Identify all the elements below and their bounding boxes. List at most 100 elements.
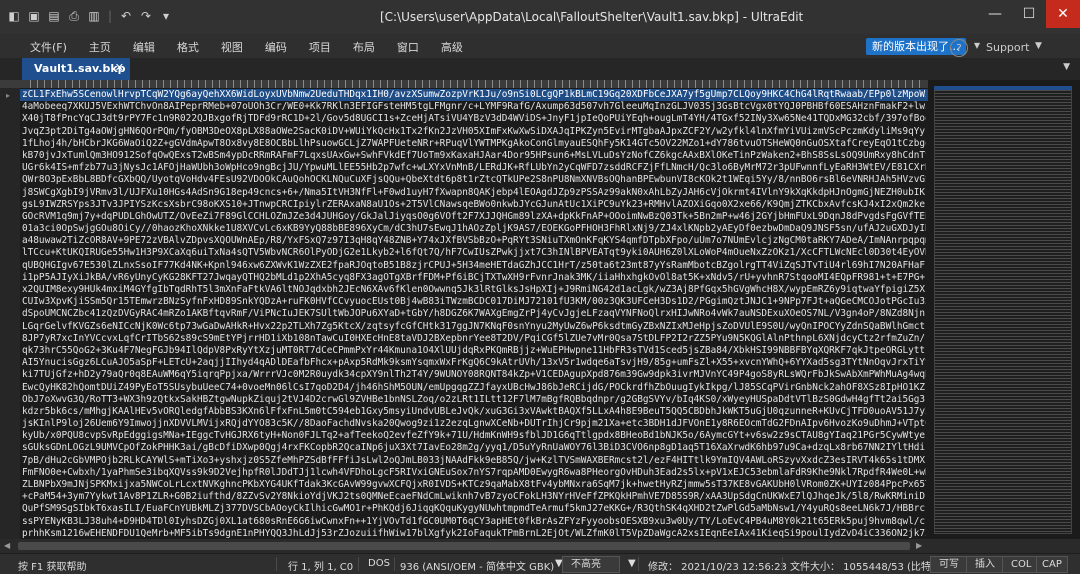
window-controls: — ☐ ✕: [978, 0, 1080, 28]
redo-icon[interactable]: ↷: [138, 8, 154, 24]
dropdown-icon[interactable]: ▾: [158, 8, 174, 24]
line-gutter[interactable]: ▸: [0, 88, 20, 539]
editor-line[interactable]: kyUb/x0PQU8cvpSvRpEdggigsMNa+IEggcTvHGJR…: [22, 430, 926, 442]
tab-bar: Vault1.sav.bkp ✕ ▼: [0, 58, 1080, 80]
status-cap[interactable]: CAP: [1036, 556, 1068, 573]
editor-line[interactable]: JvqZ3pt2DiTg4aOWjgHN6QOrPQm/fyOBM3DeOX8p…: [22, 126, 926, 138]
status-position[interactable]: 行 1, 列 1, C0: [288, 558, 353, 573]
status-encoding[interactable]: 936 (ANSI/OEM - 简体中文 GBK): [400, 558, 554, 573]
close-button[interactable]: ✕: [1046, 0, 1080, 28]
editor-line[interactable]: gsL9IWZRSYps3JTv3JPIYSzKcsXsbrC98oKXS10+…: [22, 199, 926, 211]
menu-project[interactable]: 项目: [309, 39, 331, 55]
editor-line[interactable]: 01a3ci0OpSwjgGOu8OiCy//0haozKhoXNkke1U8X…: [22, 223, 926, 235]
editor-line[interactable]: LGqrGelvfKVGZs6eNICcNjK0Wc6tp73wGaDwAHkR…: [22, 321, 926, 333]
minimap-cursor: [934, 86, 1072, 90]
more-icon[interactable]: ▾: [974, 38, 980, 52]
ruler: [0, 80, 928, 88]
menu-advanced[interactable]: 高级: [441, 39, 463, 55]
tab-label: Vault1.sav.bkp: [34, 62, 126, 75]
editor-line[interactable]: kB70jvJxTumlQm3HO912SofqOwQExsT2wBSm4ypD…: [22, 150, 926, 162]
editor-line[interactable]: ssPYENyKB3LJ38uh4+D9HD4TDl0IyhsDZGj0XL1a…: [22, 516, 926, 528]
scroll-right-icon[interactable]: ▶: [916, 541, 922, 550]
menu-home[interactable]: 主页: [89, 39, 111, 55]
status-divider: [782, 557, 783, 571]
print-preview-icon[interactable]: ▥: [86, 8, 102, 24]
editor-line[interactable]: 1fLhoj4h/bHCbrJKG6WaOiQ2Z+gGVdmApwT8Ox8v…: [22, 138, 926, 150]
status-divider: [276, 557, 277, 571]
undo-icon[interactable]: ↶: [118, 8, 134, 24]
quick-access-toolbar: ◧ ▣ ▤ ⎙ ▥ | ↶ ↷ ▾: [6, 8, 174, 24]
status-insert[interactable]: 插入: [966, 556, 1004, 573]
status-col[interactable]: COL: [1002, 556, 1041, 573]
status-readonly[interactable]: 可写: [930, 556, 968, 573]
editor-line[interactable]: qk73hrC55QoG2+3Ku4F7NegFGJb94IlQdpV8PxRy…: [22, 345, 926, 357]
minimize-button[interactable]: —: [978, 0, 1012, 28]
close-tab-icon[interactable]: ✕: [115, 61, 124, 74]
editor-line[interactable]: UGr6k4IS+mfzb77u3jNysJc1AFOjHaWUbh3oWpHc…: [22, 162, 926, 174]
editor-line[interactable]: j8SWCgXgbI9jVRmv3l/UJFXu10HGs4AdSn9G18ep…: [22, 187, 926, 199]
editor-line[interactable]: +cPaM54+3ym7Yykwt1Av8P1ZLR+G0B2iufthd/8Z…: [22, 491, 926, 503]
menu-view[interactable]: 视图: [221, 39, 243, 55]
editor-line[interactable]: EwcQyHK82hQomtDUiZ49PyEoT5SUsybuUeeC74+0…: [22, 382, 926, 394]
scroll-thumb[interactable]: [18, 542, 910, 550]
editor-line[interactable]: QWr8O3pExBbL8BDfcGXbQQ/UyotqVoHdv4FEsU92…: [22, 174, 926, 186]
window-title: [C:\Users\user\AppData\Local\FalloutShel…: [380, 10, 804, 24]
save-all-icon[interactable]: ▤: [46, 8, 62, 24]
menu-file[interactable]: 文件(F): [30, 39, 67, 55]
editor-line[interactable]: ki7TUjGfz+hD2y79aQr0q8EAuWM6qY5iqrqPpjxa…: [22, 369, 926, 381]
chevron-down-icon[interactable]: ▼: [1035, 41, 1042, 51]
editor-line[interactable]: i1pP5AJIyXiJkBA/vR6yUnyCyKG28KFT27JwqayQ…: [22, 272, 926, 284]
editor-line[interactable]: X40jT8fPncYqCJ3dt9rPY7Fc1n9R022QJBxgofRj…: [22, 113, 926, 125]
tab-list-dropdown-icon[interactable]: ▼: [1063, 62, 1070, 72]
editor-line[interactable]: x2QUIM8exy9HUk4mxiM4GYfgIbTqdRhT5l3mXnFa…: [22, 284, 926, 296]
editor-area[interactable]: ▸ zCL1FxEhw5SCenowlHrvpTCqW2YQg6ayQehXX6…: [0, 88, 928, 539]
horizontal-scrollbar[interactable]: ◀ ▶: [0, 539, 1080, 553]
support-menu[interactable]: Support: [986, 41, 1029, 54]
fold-marker-icon[interactable]: ▸: [6, 91, 10, 100]
menu-coding[interactable]: 编码: [265, 39, 287, 55]
scroll-left-icon[interactable]: ◀: [4, 541, 10, 550]
editor-line[interactable]: sGUksGDnLOGzL9UMVCpOfZokPHHK3ai/gBcDfiDX…: [22, 442, 926, 454]
editor-line[interactable]: kdzr5bk6cs/mMhgjKAAlHEv5vORQledgfAbbBS3K…: [22, 406, 926, 418]
editor-line[interactable]: 7pB/dHu2cGbVMPOjb2RLkCAYWlS+mTiXo3+yshxj…: [22, 455, 926, 467]
app-icon[interactable]: ◧: [6, 8, 22, 24]
status-divider: [358, 557, 359, 571]
highlight-select[interactable]: 不高亮: [562, 556, 620, 573]
help-icon[interactable]: ?: [950, 39, 968, 57]
minimap[interactable]: [928, 80, 1080, 539]
minimap-view[interactable]: [934, 86, 1072, 534]
editor-line[interactable]: FmFNO0e+Cwbxh/1yaPhmSe3ibqXQVss9k9D2Vejh…: [22, 467, 926, 479]
status-filesize: 文件大小： 1055448/53 (比特/行): [790, 562, 949, 573]
ribbon-menu: 文件(F) 主页 编辑 格式 视图 编码 项目 布局 窗口 高级: [30, 39, 463, 55]
editor-line[interactable]: AI5YnucisGgz6LCuAJO5aSpF+LETcU+2aqjjIIhy…: [22, 357, 926, 369]
editor-line[interactable]: QuPfSM9SgSIbkT6xasILI/EuaFCnYUBkMLZj377D…: [22, 503, 926, 515]
menu-window[interactable]: 窗口: [397, 39, 419, 55]
maximize-button[interactable]: ☐: [1012, 0, 1046, 28]
editor-line[interactable]: ObJ7oXwvG3Q/RoTT3+WX3h9zQtkxSakHBZtgwNup…: [22, 394, 926, 406]
editor-line[interactable]: zCL1FxEhw5SCenowlHrvpTCqW2YQg6ayQehXX6Wi…: [22, 89, 926, 101]
menu-layout[interactable]: 布局: [353, 39, 375, 55]
editor-line[interactable]: 4aMobeeq7XKUJ5VExhWTChvOn8AIPeprRMeb+07o…: [22, 101, 926, 113]
editor-line[interactable]: 8JP7yR7xcInYVCcvxLqfCrITbS62s89cS9mEtYPj…: [22, 333, 926, 345]
status-bar: 按 F1 获取帮助 行 1, 列 1, C0 DOS 936 (ANSI/OEM…: [0, 553, 1080, 574]
editor-line[interactable]: dSpoUMCNCZbc41zQzDVGyRAC4mRZo1AKBftqvRmF…: [22, 308, 926, 320]
editor-line[interactable]: qUBQHGIgv67E530lZLnxSsoIF77Kd4NK+Kpnl946…: [22, 260, 926, 272]
menu-format[interactable]: 格式: [177, 39, 199, 55]
editor-line[interactable]: prhhKsm1216wEHENDFDU1QeMrb+MF5ibTs9dgnE1…: [22, 528, 926, 539]
editor-line[interactable]: lTCcu+KtUKQIRUGe55Hw1H3P9XCaXq6uiTxNa4sQ…: [22, 247, 926, 259]
editor-line[interactable]: CUIw3XpvKjiSSm5Qr15TEmwrzBNzSyfnFxHD89Sn…: [22, 296, 926, 308]
status-line-ending[interactable]: DOS: [368, 558, 390, 569]
print-icon[interactable]: ⎙: [66, 8, 82, 24]
highlight-dropdown-icon[interactable]: ▼: [628, 558, 636, 569]
editor-text[interactable]: zCL1FxEhw5SCenowlHrvpTCqW2YQg6ayQehXX6Wi…: [22, 89, 926, 539]
menu-edit[interactable]: 编辑: [133, 39, 155, 55]
save-icon[interactable]: ▣: [26, 8, 42, 24]
editor-line[interactable]: ZLBNPbX9mJNjSPKMxijxa5NWCoLrLcxtNVKghncP…: [22, 479, 926, 491]
status-modified: 修改： 2021/10/23 12:56:23: [648, 562, 787, 573]
highlight-label: 不高亮: [571, 559, 601, 570]
tab-vault1-sav-bkp[interactable]: Vault1.sav.bkp ✕: [22, 58, 130, 80]
editor-line[interactable]: GOcRVM1q9mj7y+dqPUDLGhOwUTZ/OvEeZi7F89Gl…: [22, 211, 926, 223]
editor-line[interactable]: jsKInlP9loj26Uem6Y9ImwojjnXDVVLMVijxRQjd…: [22, 418, 926, 430]
editor-line[interactable]: a48uwaw2TiZcOR8AV+9PE72zVBAlvZDpvsXQOUWn…: [22, 235, 926, 247]
ruler-ticks: [30, 80, 925, 88]
